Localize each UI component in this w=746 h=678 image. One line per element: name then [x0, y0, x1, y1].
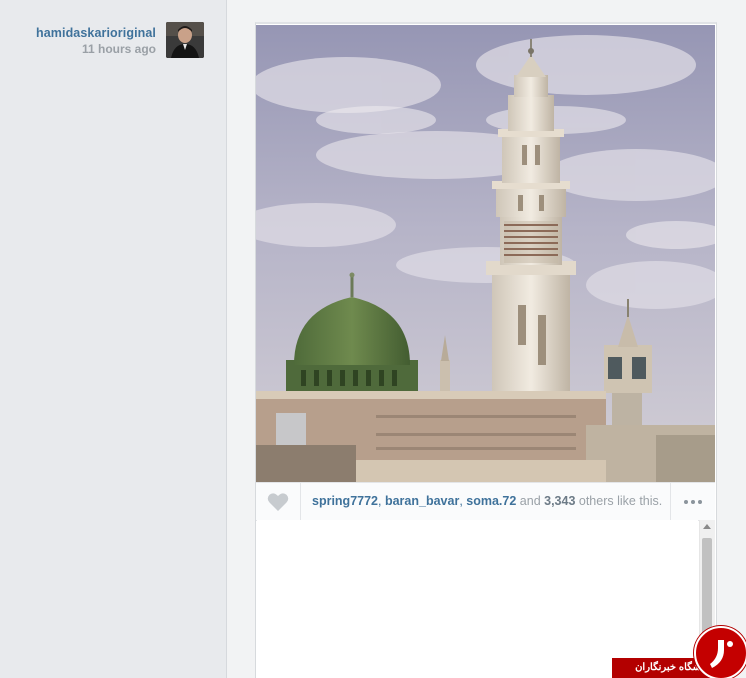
- post-author-block: hamidaskarioriginal 11 hours ago: [36, 26, 156, 56]
- avatar-image: [166, 22, 204, 58]
- more-options-icon: [691, 499, 695, 504]
- more-options-icon: [698, 499, 702, 504]
- left-panel: hamidaskarioriginal 11 hours ago: [0, 0, 227, 678]
- author-username-link[interactable]: hamidaskarioriginal: [36, 26, 156, 40]
- likes-suffix-text: others like this.: [575, 494, 663, 508]
- liker-link[interactable]: baran_bavar: [385, 494, 459, 508]
- heart-icon: [267, 492, 289, 511]
- post-timestamp[interactable]: 11 hours ago: [36, 42, 156, 56]
- post-photo[interactable]: [256, 25, 715, 482]
- likes-summary: spring7772, baran_bavar, soma.72 and 3,3…: [312, 494, 662, 508]
- mosque-photo-image: [256, 25, 715, 482]
- liker-link[interactable]: soma.72: [466, 494, 516, 508]
- watermark-emblem-icon: [694, 626, 746, 678]
- likes-separator: ,: [378, 494, 385, 508]
- more-options-button[interactable]: [670, 483, 715, 520]
- author-avatar[interactable]: [166, 22, 204, 58]
- watermark-logo: باشگاه خبرنگاران: [612, 626, 746, 678]
- liker-link[interactable]: spring7772: [312, 494, 378, 508]
- likes-and-text: and: [516, 494, 545, 508]
- like-button[interactable]: [256, 483, 301, 520]
- more-options-icon: [684, 499, 688, 504]
- likes-count-link[interactable]: 3,343: [544, 494, 575, 508]
- scroll-up-arrow[interactable]: [703, 524, 711, 529]
- likes-bar: spring7772, baran_bavar, soma.72 and 3,3…: [256, 482, 715, 521]
